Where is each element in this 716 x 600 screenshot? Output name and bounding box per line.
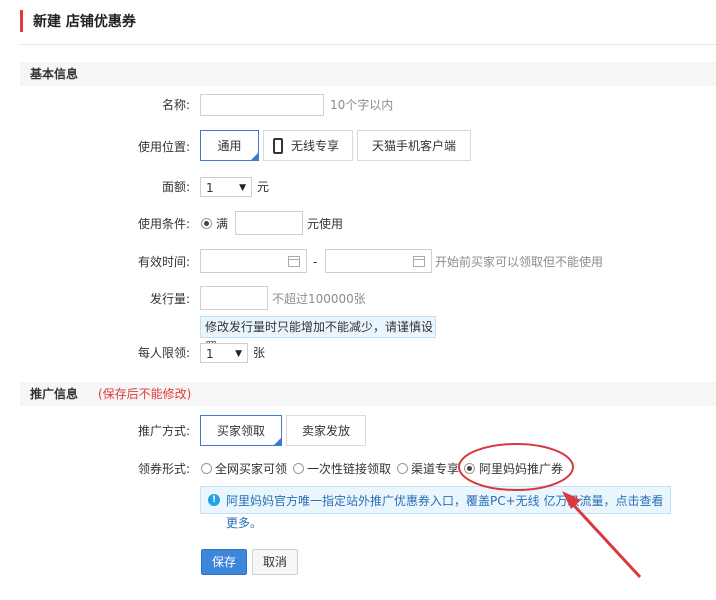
highlight-circle xyxy=(458,443,574,491)
save-button[interactable]: 保存 xyxy=(201,549,247,575)
annotation-arrow-shaft xyxy=(566,497,642,579)
cancel-button[interactable]: 取消 xyxy=(252,549,298,575)
annotation-overlay xyxy=(458,443,642,579)
annotation-arrow-head xyxy=(562,491,581,509)
